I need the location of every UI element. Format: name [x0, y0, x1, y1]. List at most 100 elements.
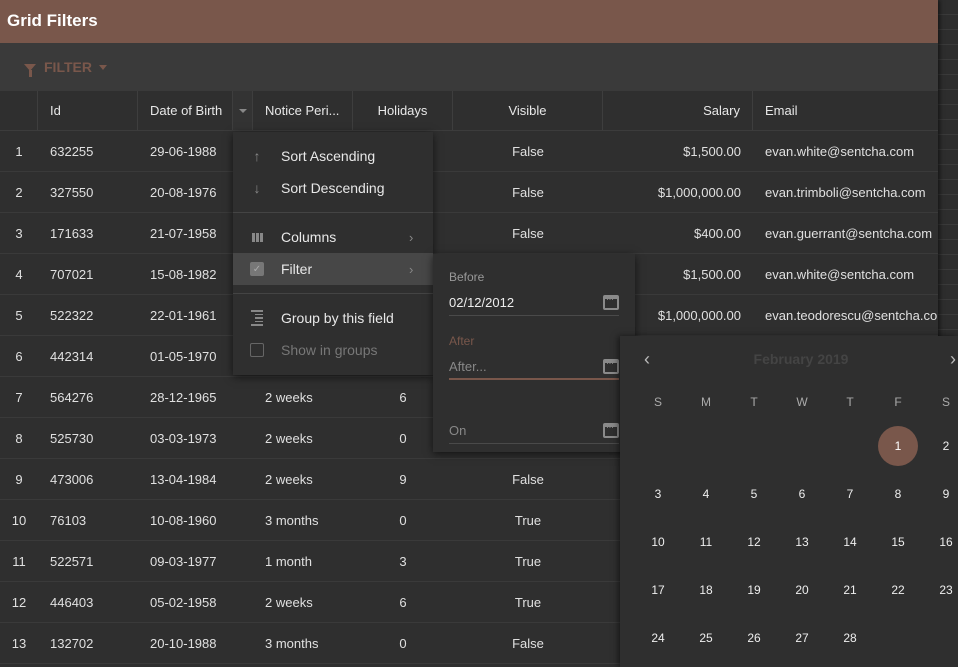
day-cell[interactable]: 19: [730, 566, 778, 614]
table-row[interactable]: 3 171633 21-07-1958 False $400.00 evan.guerra…: [0, 213, 938, 254]
cell-date-of-birth: 03-03-1973: [150, 430, 217, 446]
day-cell[interactable]: 22: [874, 566, 922, 614]
chevron-left-icon[interactable]: ‹: [644, 349, 664, 370]
date-picker-month-title[interactable]: February 2019: [754, 351, 849, 367]
on-date-field[interactable]: On: [449, 418, 619, 444]
column-header-id[interactable]: Id: [38, 91, 138, 130]
column-menu-trigger[interactable]: [233, 91, 253, 130]
day-cell[interactable]: 12: [730, 518, 778, 566]
day-cell[interactable]: 11: [682, 518, 730, 566]
column-header-notice-period[interactable]: Notice Peri...: [253, 91, 353, 130]
day-cell[interactable]: 10: [634, 518, 682, 566]
on-date-input[interactable]: On: [449, 423, 603, 438]
cell-email: evan.teodorescu@sentcha.com: [765, 307, 938, 323]
cell-row-number: 5: [15, 307, 23, 323]
day-cell[interactable]: 18: [682, 566, 730, 614]
day-number: 26: [747, 631, 761, 645]
cell-id: 442314: [50, 348, 94, 364]
menu-item-label: Sort Descending: [281, 180, 385, 196]
chevron-right-icon: ›: [409, 261, 414, 277]
cell-email: evan.trimboli@sentcha.com: [765, 184, 926, 200]
cell-visible: False: [512, 184, 544, 200]
day-number: 22: [891, 583, 905, 597]
day-number: 9: [942, 487, 950, 501]
menu-item-filter[interactable]: ✓ Filter ›: [233, 253, 433, 285]
menu-item-group-by-field[interactable]: Group by this field: [233, 302, 433, 334]
column-header-date-of-birth[interactable]: Date of Birth: [138, 91, 233, 130]
day-cell[interactable]: 24: [634, 614, 682, 662]
before-date-field[interactable]: 02/12/2012: [449, 290, 619, 316]
day-number: 11: [699, 535, 713, 549]
cell-date-of-birth: 05-02-1958: [150, 594, 217, 610]
day-cell[interactable]: 4: [682, 470, 730, 518]
day-cell[interactable]: 7: [826, 470, 874, 518]
checkbox-checked-icon[interactable]: ✓: [233, 262, 281, 276]
menu-item-columns[interactable]: Columns ›: [233, 221, 433, 253]
day-cell[interactable]: 25: [682, 614, 730, 662]
funnel-icon: [24, 63, 36, 77]
cell-row-number: 4: [15, 266, 23, 282]
day-cell[interactable]: 2: [922, 422, 958, 470]
cell-id: 632255: [50, 143, 94, 159]
toolbar: FILTER: [0, 43, 938, 91]
day-cell[interactable]: 14: [826, 518, 874, 566]
column-header-holidays[interactable]: Holidays: [353, 91, 453, 130]
cell-holidays: 6: [399, 594, 407, 610]
after-date-field[interactable]: After...: [449, 354, 619, 380]
column-header-email[interactable]: Email: [753, 91, 938, 130]
menu-item-sort-descending[interactable]: ↓ Sort Descending: [233, 172, 433, 204]
weekday-label: S: [653, 395, 662, 409]
filter-button[interactable]: FILTER: [24, 59, 107, 77]
day-cell[interactable]: 21: [826, 566, 874, 614]
cell-salary: $1,000,000.00: [657, 184, 741, 200]
calendar-icon[interactable]: [603, 294, 619, 310]
day-cell[interactable]: 5: [730, 470, 778, 518]
day-number: 19: [747, 583, 761, 597]
cell-notice-period: 3 months: [265, 512, 319, 528]
day-cell[interactable]: 3: [634, 470, 682, 518]
day-number: 1: [878, 426, 918, 466]
day-cell[interactable]: 9: [922, 470, 958, 518]
day-cell[interactable]: 26: [730, 614, 778, 662]
day-cell[interactable]: 20: [778, 566, 826, 614]
day-cell[interactable]: 15: [874, 518, 922, 566]
day-number: 10: [651, 535, 665, 549]
menu-item-sort-ascending[interactable]: ↑ Sort Ascending: [233, 140, 433, 172]
cell-row-number: 12: [11, 594, 27, 610]
day-number: 23: [939, 583, 953, 597]
calendar-icon[interactable]: [603, 358, 619, 374]
day-cell[interactable]: 28: [826, 614, 874, 662]
day-cell[interactable]: 16: [922, 518, 958, 566]
calendar-icon[interactable]: [603, 422, 619, 438]
cell-visible: False: [512, 471, 544, 487]
day-cell[interactable]: 8: [874, 470, 922, 518]
table-row[interactable]: 1 632255 29-06-1988 False $1,500.00 evan.whit…: [0, 131, 938, 172]
day-number: 21: [843, 583, 857, 597]
day-cell[interactable]: 27: [778, 614, 826, 662]
day-cell[interactable]: 17: [634, 566, 682, 614]
table-row[interactable]: 2 327550 20-08-1976 False $1,000,000.00 evan.…: [0, 172, 938, 213]
cell-visible: True: [514, 594, 542, 610]
chevron-right-icon[interactable]: ›: [938, 349, 958, 370]
day-cell[interactable]: 13: [778, 518, 826, 566]
cell-row-number: 2: [15, 184, 23, 200]
column-header-rownumber: [0, 91, 38, 130]
day-cell[interactable]: 6: [778, 470, 826, 518]
cell-id: 473006: [50, 471, 94, 487]
column-header-visible[interactable]: Visible: [453, 91, 603, 130]
cell-id: 525730: [50, 430, 94, 446]
cell-notice-period: 2 weeks: [265, 389, 313, 405]
cell-id: 132702: [50, 635, 94, 651]
chevron-down-icon: [98, 64, 107, 70]
column-header-salary[interactable]: Salary: [603, 91, 753, 130]
cell-visible: False: [512, 143, 544, 159]
day-cell-selected[interactable]: 1: [874, 422, 922, 470]
cell-salary: $1,500.00: [683, 143, 741, 159]
after-date-input[interactable]: After...: [449, 359, 603, 374]
cell-id: 522571: [50, 553, 94, 569]
before-date-input[interactable]: 02/12/2012: [449, 295, 603, 310]
day-cell[interactable]: 23: [922, 566, 958, 614]
day-number: 12: [747, 535, 761, 549]
day-number: 6: [798, 487, 806, 501]
grid-header: Id Date of Birth Notice Peri... Holidays…: [0, 91, 938, 131]
